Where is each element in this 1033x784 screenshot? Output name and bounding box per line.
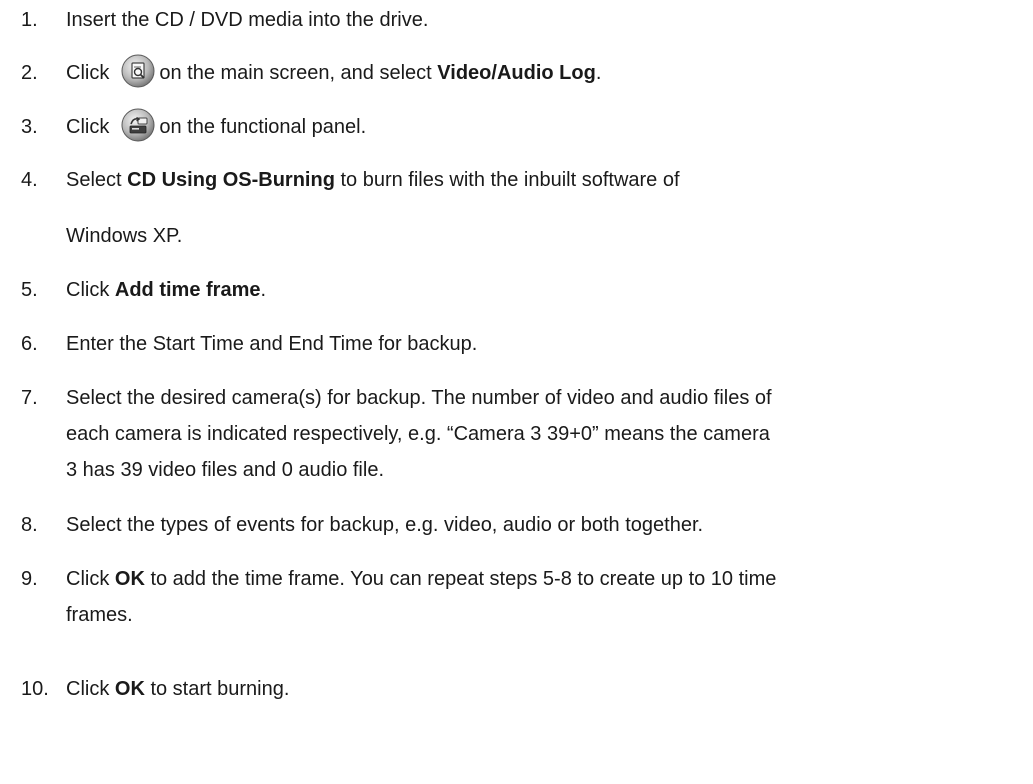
step-text: Click Add time frame. — [66, 272, 1029, 308]
step-number: 2. — [21, 62, 38, 84]
step-number: 6. — [21, 333, 38, 355]
step-text-post: on the functional panel. — [159, 116, 367, 138]
step-number: 3. — [21, 116, 38, 138]
step-text: Click on the functional panel. — [66, 108, 1029, 145]
step-text: Click OK to add the time frame. You can … — [66, 561, 1029, 633]
step-text: Click OK to start burning. — [66, 671, 1029, 707]
step-text-post: . — [260, 279, 267, 301]
step-text-bold: OK — [114, 678, 145, 700]
step-text-line: Select the types of events for backup, e… — [66, 514, 704, 536]
step-text-bold: Video/Audio Log — [437, 62, 596, 84]
step-text: Enter the Start Time and End Time for ba… — [66, 326, 1029, 362]
step-text-post: to burn files with the inbuilt software … — [334, 169, 680, 191]
step-text-post: on the main screen, and select — [159, 62, 438, 84]
step-text-bold: Add time frame — [114, 279, 261, 301]
step-text-pre: Click — [66, 116, 110, 138]
step-text: Select the desired camera(s) for backup.… — [66, 380, 1029, 488]
step-text-line2: Windows XP. — [66, 225, 183, 247]
step-text-line: Insert the CD / DVD media into the drive… — [66, 9, 429, 31]
step-text-line-1: Click OK to add the time frame. You can … — [66, 561, 1029, 597]
step-text: Insert the CD / DVD media into the drive… — [66, 2, 1029, 38]
search-log-icon — [121, 54, 155, 88]
step-text-line2: frames. — [66, 604, 133, 626]
step-text: Select CD Using OS-Burning to burn files… — [66, 162, 1029, 198]
step-text: Click on the main screen, and select Vid… — [66, 54, 1029, 91]
step-number: 10. — [21, 678, 49, 700]
step-text-bold: CD Using OS-Burning — [127, 169, 335, 191]
step-text-post2: . — [595, 62, 602, 84]
step-number: 7. — [21, 387, 38, 409]
backup-icon — [121, 108, 155, 142]
step-text-post: to start burning. — [144, 678, 290, 700]
step-text-line: each camera is indicated respectively, e… — [66, 423, 770, 445]
step-text-pre: Click — [66, 62, 110, 84]
step-text: Select the types of events for backup, e… — [66, 507, 1029, 543]
step-number: 4. — [21, 169, 38, 191]
step-text-line: 3 has 39 video files and 0 audio file. — [66, 459, 384, 481]
step-text-pre: Select — [66, 169, 128, 191]
step-text-line: Select the desired camera(s) for backup.… — [66, 387, 772, 409]
step-text: Windows XP. — [66, 218, 1029, 254]
step-text-bold: OK — [114, 568, 145, 590]
step-text-pre: Click — [66, 279, 115, 301]
step-text-pre: Click — [66, 568, 115, 590]
step-number: 9. — [21, 568, 38, 590]
step-text-post: to add the time frame. You can repeat st… — [144, 568, 777, 590]
step-text-line: Enter the Start Time and End Time for ba… — [66, 333, 478, 355]
step-number: 8. — [21, 514, 38, 536]
step-number: 1. — [21, 9, 38, 31]
step-text-pre: Click — [66, 678, 115, 700]
step-number: 5. — [21, 279, 38, 301]
